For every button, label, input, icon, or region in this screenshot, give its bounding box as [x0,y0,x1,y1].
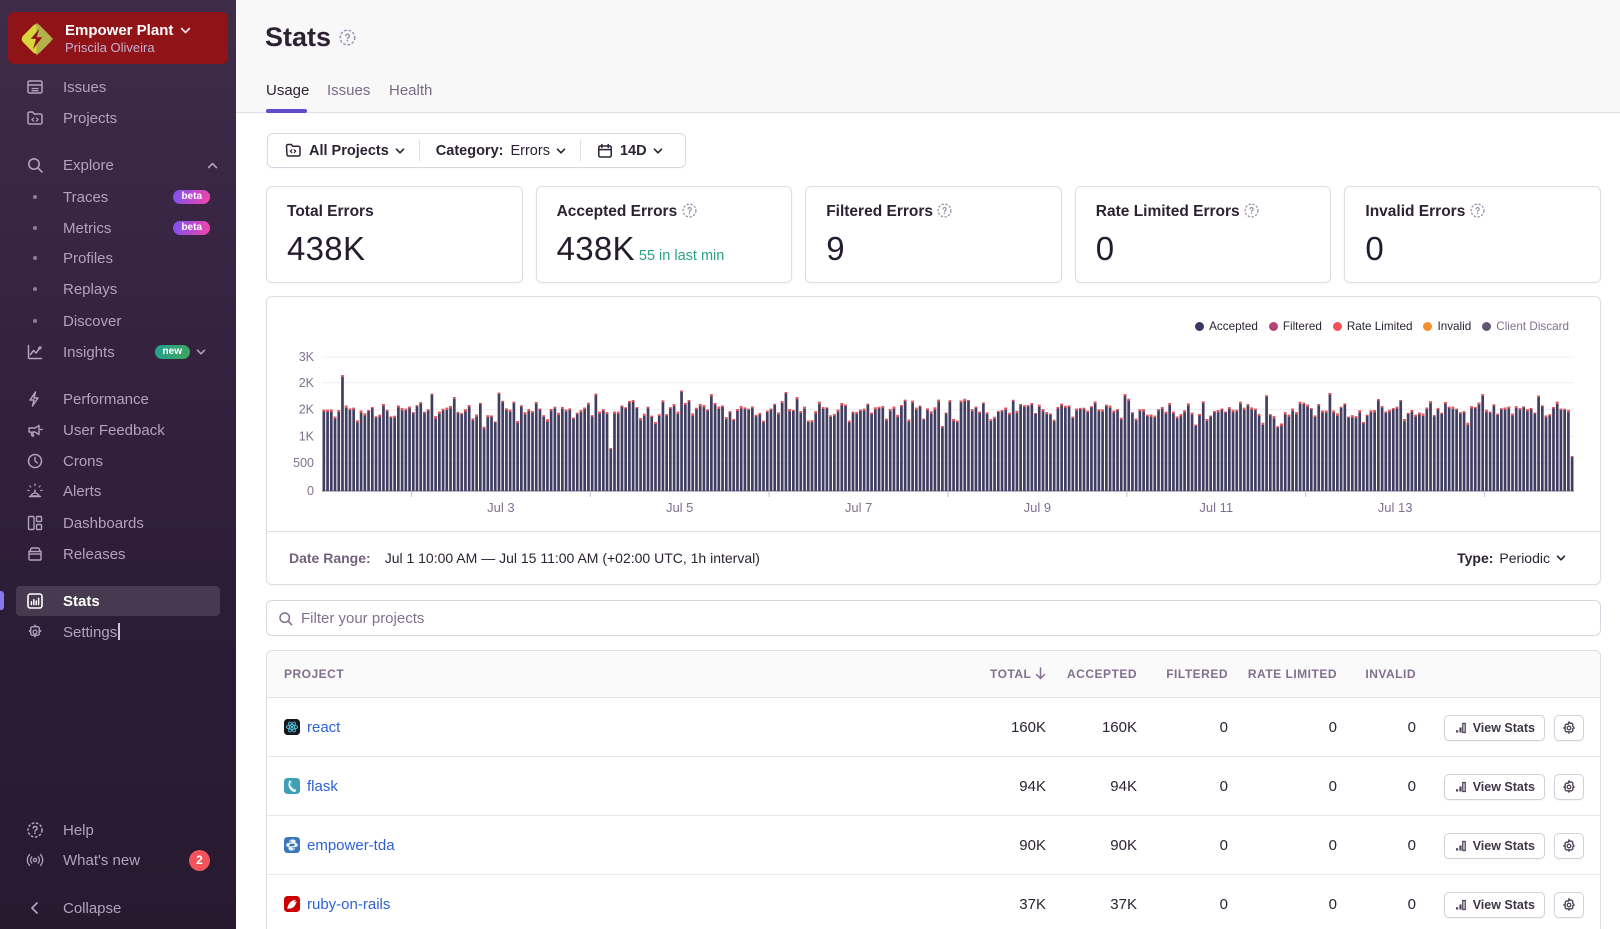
svg-text:1K: 1K [299,429,315,443]
svg-text:Jul 3: Jul 3 [487,500,514,515]
svg-text:2K: 2K [299,376,315,390]
svg-text:Jul 9: Jul 9 [1024,500,1051,515]
svg-text:500: 500 [293,456,314,470]
svg-text:0: 0 [307,484,314,498]
svg-text:3K: 3K [299,350,315,364]
svg-text:Jul 11: Jul 11 [1199,500,1233,515]
svg-text:Jul 7: Jul 7 [845,500,872,515]
svg-text:2K: 2K [299,403,315,417]
svg-text:Jul 5: Jul 5 [666,500,693,515]
svg-text:Jul 13: Jul 13 [1378,500,1413,515]
